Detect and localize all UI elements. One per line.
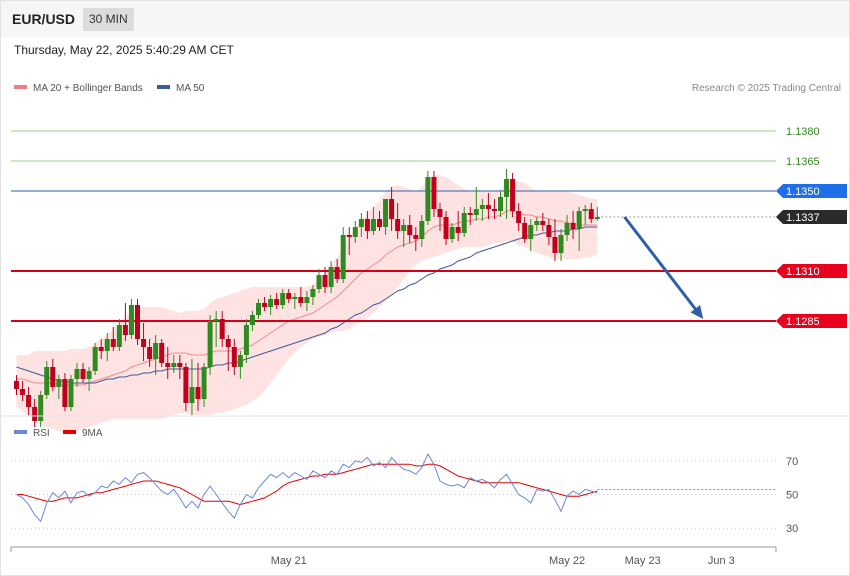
- price-level-label: 1.1337: [786, 212, 820, 224]
- projection-arrow-shaft: [623, 216, 701, 315]
- rsi-pane: 30 50 70: [11, 453, 798, 535]
- candle: [135, 299, 140, 345]
- candle: [92, 343, 98, 375]
- legend-ma50-swatch: [157, 85, 170, 89]
- candle: [207, 315, 213, 375]
- candle: [159, 339, 165, 367]
- legend-ma9-swatch: [63, 430, 76, 434]
- time-axis: May 21 May 22 May 23 Jun 3: [271, 555, 735, 567]
- candle: [510, 173, 516, 217]
- legend-ma20-label: MA 20 + Bollinger Bands: [33, 83, 143, 94]
- chart-svg: MA 20 + Bollinger Bands MA 50 Research ©…: [1, 83, 849, 567]
- legend-ma9-label: 9MA: [82, 428, 103, 439]
- time-tick-label: May 23: [625, 555, 661, 567]
- rsi-tick-label: 30: [786, 523, 798, 535]
- chart-widget: EUR/USD 30 MIN Thursday, May 22, 2025 5:…: [0, 0, 850, 576]
- time-tick-label: May 21: [271, 555, 307, 567]
- rsi-tick-label: 70: [786, 456, 798, 468]
- rsi-tick-label: 50: [786, 490, 798, 502]
- time-tick-label: May 22: [549, 555, 585, 567]
- price-pane: 1.1380 1.1365 1.1350 1.1337 1.1310 1.1285: [11, 126, 847, 433]
- rsi-line: [16, 453, 598, 523]
- price-level-label: 1.1310: [786, 266, 820, 278]
- legend-rsi-label: RSI: [33, 428, 50, 439]
- candle: [128, 299, 134, 339]
- legend-rsi-swatch: [14, 430, 27, 434]
- legend-ma20-swatch: [14, 85, 27, 89]
- price-level-label: 1.1380: [786, 126, 820, 138]
- chart-credit: Research © 2025 Trading Central: [692, 83, 841, 94]
- candle: [340, 227, 346, 283]
- time-tick-label: Jun 3: [708, 555, 735, 567]
- price-level-label: 1.1350: [786, 186, 820, 198]
- legend-ma50-label: MA 50: [176, 83, 205, 94]
- price-level-label: 1.1365: [786, 156, 820, 168]
- price-level-label: 1.1285: [786, 316, 820, 328]
- candle: [425, 171, 431, 225]
- ma9-line: [16, 463, 598, 506]
- candle: [68, 375, 74, 411]
